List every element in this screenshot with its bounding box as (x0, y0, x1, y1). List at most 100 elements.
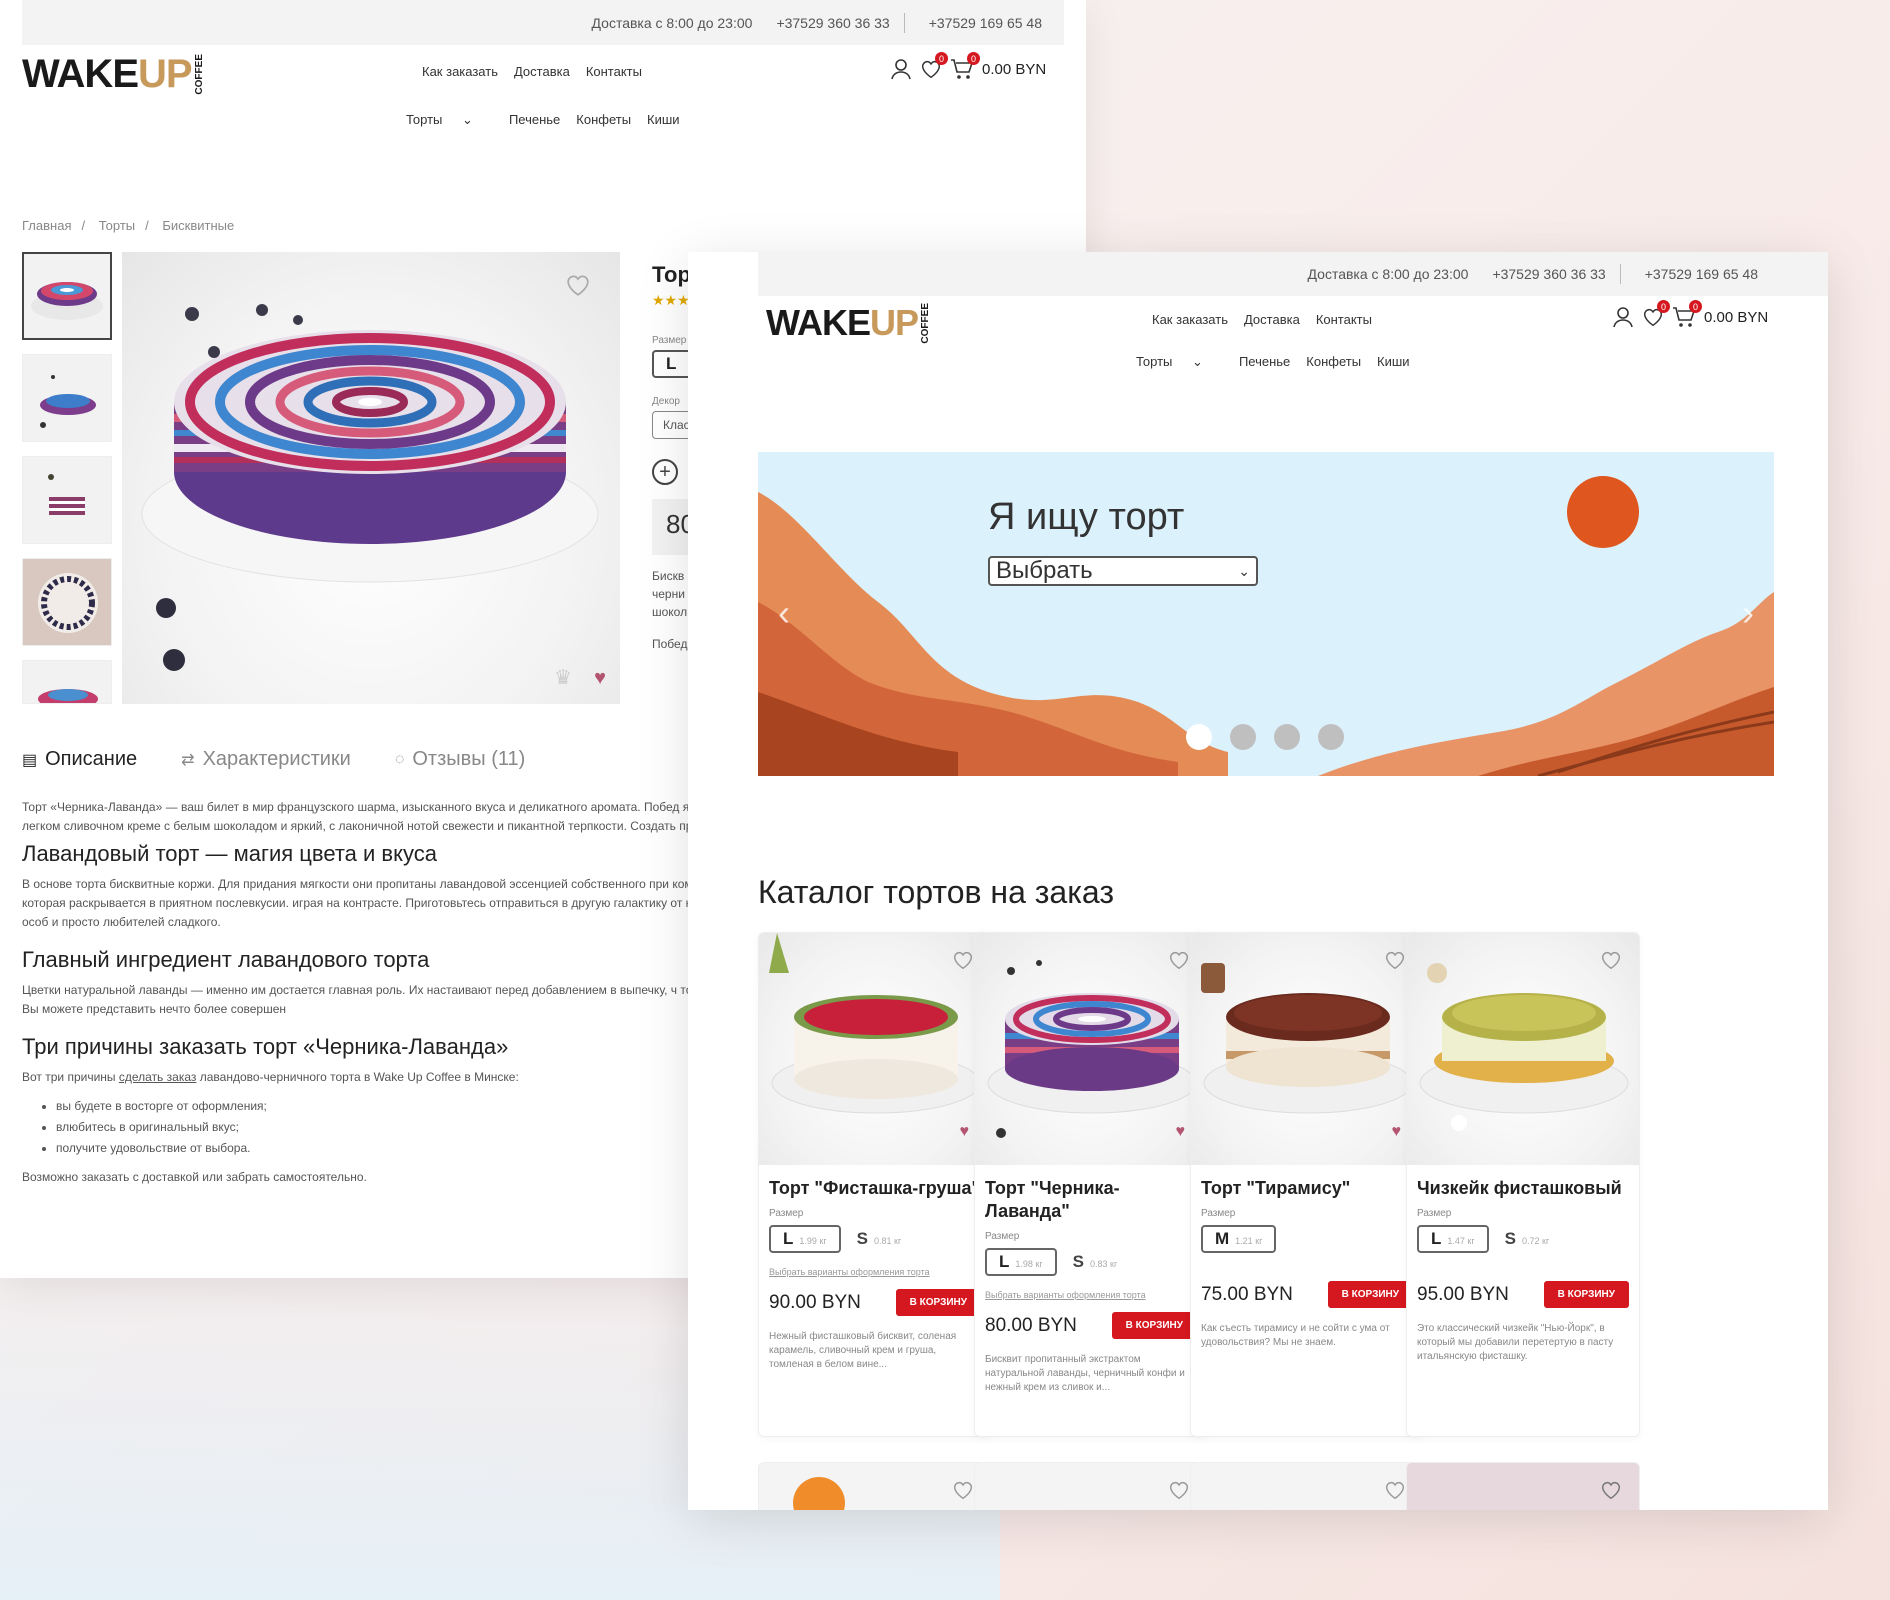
cart-total[interactable]: 0.00 BYN (1704, 309, 1768, 326)
nav-how-to-order[interactable]: Как заказать (1152, 312, 1228, 327)
breadcrumb: Главная / Торты / Бисквитные (22, 218, 244, 233)
nav-how-to-order[interactable]: Как заказать (422, 64, 498, 79)
nav-contacts[interactable]: Контакты (586, 64, 642, 79)
nav-candies[interactable]: Конфеты (1306, 354, 1361, 370)
nav-cookies[interactable]: Печенье (1239, 354, 1290, 370)
product-description: Бисквит пропитанный экстрактом натуральн… (985, 1354, 1185, 1393)
tab-reviews[interactable]: ◌ Отзывы (11) (395, 748, 525, 771)
slider-dot-1[interactable] (1186, 724, 1212, 750)
variants-link[interactable]: Выбрать варианты оформления торта (769, 1267, 981, 1277)
cart-icon[interactable]: 0 (950, 52, 980, 80)
nav-delivery[interactable]: Доставка (514, 64, 570, 79)
size-option[interactable]: S 0.81 кг (857, 1229, 902, 1249)
size-option-selected[interactable]: L 1.98 кг (985, 1248, 1057, 1276)
product-card-partial[interactable] (758, 1462, 992, 1510)
logo-coffee: COFFEE (193, 54, 205, 95)
slider-dot-4[interactable] (1318, 724, 1344, 750)
favorite-badge-icon: ♥ (959, 1123, 970, 1140)
slider-dot-2[interactable] (1230, 724, 1256, 750)
thumbnail-2[interactable] (22, 354, 112, 442)
nav-delivery[interactable]: Доставка (1244, 312, 1300, 327)
size-option[interactable]: S 0.72 кг (1505, 1229, 1550, 1249)
size-option[interactable]: S 0.83 кг (1073, 1252, 1118, 1272)
slider-dot-3[interactable] (1274, 724, 1300, 750)
user-icon[interactable] (890, 58, 912, 80)
product-image[interactable]: ♥ (975, 933, 1207, 1165)
wishlist-icon[interactable]: 0 (920, 52, 948, 80)
size-options: L 1.47 кг S 0.72 кг (1417, 1225, 1629, 1253)
breadcrumb-cakes[interactable]: Торты (99, 218, 135, 233)
prev-slide-arrow[interactable]: ‹ (778, 592, 790, 634)
product-card-partial[interactable] (974, 1462, 1208, 1510)
product-card-blueberry-lavender[interactable]: ♥ Торт "Черника-Лаванда" Размер L 1.98 кг… (974, 932, 1208, 1437)
nav-cakes[interactable]: Торты ⌄ (1136, 354, 1219, 370)
phone-2[interactable]: +37529 169 65 48 (929, 15, 1042, 31)
logo[interactable]: WAKE UP COFFEE (22, 52, 205, 97)
product-name[interactable]: Чизкейк фисташковый (1417, 1177, 1629, 1200)
size-option-selected[interactable]: L 1.47 кг (1417, 1225, 1489, 1253)
product-main-image[interactable]: ♛ ♥ (122, 252, 620, 704)
logo-wake: WAKE (766, 302, 871, 343)
add-option-icon[interactable]: + (652, 459, 678, 485)
heart-icon[interactable] (1167, 949, 1191, 976)
thumbnail-5[interactable] (22, 660, 112, 704)
heart-icon[interactable] (951, 1479, 975, 1506)
product-card-partial[interactable] (1406, 1462, 1640, 1510)
order-link[interactable]: сделать заказ (119, 1070, 197, 1084)
heart-icon[interactable] (951, 949, 975, 976)
variants-link[interactable]: Выбрать варианты оформления торта (985, 1290, 1197, 1300)
nav-cookies[interactable]: Печенье (509, 112, 560, 128)
heart-icon[interactable] (1167, 1479, 1191, 1506)
heart-icon[interactable] (1383, 949, 1407, 976)
product-image[interactable] (1407, 933, 1639, 1165)
product-image[interactable]: ♥ (1191, 933, 1423, 1165)
cart-total[interactable]: 0.00 BYN (982, 61, 1046, 78)
add-to-cart-button[interactable]: В КОРЗИНУ (1111, 1312, 1197, 1339)
nav-cakes[interactable]: Торты ⌄ (406, 112, 489, 128)
heart-icon[interactable] (1599, 949, 1623, 976)
phone-2[interactable]: +37529 169 65 48 (1645, 266, 1758, 282)
heart-icon[interactable] (1383, 1479, 1407, 1506)
user-icon[interactable] (1612, 306, 1634, 328)
chevron-down-icon: ⌄ (1192, 354, 1203, 369)
product-description: Как съесть тирамису и не сойти с ума от … (1201, 1323, 1390, 1348)
logo-coffee: COFFEE (920, 302, 932, 344)
nav-quiche[interactable]: Киши (647, 112, 680, 128)
product-card-pistachio-cheesecake[interactable]: Чизкейк фисташковый Размер L 1.47 кг S 0.7… (1406, 932, 1640, 1437)
thumbnail-4[interactable] (22, 558, 112, 646)
nav-cakes-label: Торты (406, 112, 443, 127)
add-to-cart-button[interactable]: В КОРЗИНУ (1543, 1281, 1629, 1308)
breadcrumb-home[interactable]: Главная (22, 218, 71, 233)
thumbnail-1[interactable] (22, 252, 112, 340)
product-name[interactable]: Торт "Черника-Лаванда" (985, 1177, 1197, 1223)
product-name[interactable]: Торт "Фисташка-груша" (769, 1177, 981, 1200)
thumbnail-3[interactable] (22, 456, 112, 544)
product-tabs: ▤ Описание ⇄ Характеристики ◌ Отзывы (11) (22, 748, 569, 771)
tab-characteristics[interactable]: ⇄ Характеристики (181, 748, 351, 771)
cart-icon[interactable]: 0 (1672, 300, 1702, 328)
next-slide-arrow[interactable]: › (1742, 592, 1754, 634)
cart-badge: 0 (1689, 300, 1702, 313)
wishlist-icon[interactable]: 0 (1642, 300, 1670, 328)
heart-icon[interactable] (1599, 1479, 1623, 1506)
size-option-selected[interactable]: L 1.99 кг (769, 1225, 841, 1253)
product-name[interactable]: Торт "Тирамису" (1201, 1177, 1413, 1200)
phone-1[interactable]: +37529 360 36 33 (1492, 266, 1605, 282)
nav-contacts[interactable]: Контакты (1316, 312, 1372, 327)
cake-select[interactable]: Выбрать ⌄ (988, 556, 1258, 586)
nav-quiche[interactable]: Киши (1377, 354, 1410, 370)
add-to-cart-button[interactable]: В КОРЗИНУ (895, 1289, 981, 1316)
phone-1[interactable]: +37529 360 36 33 (776, 15, 889, 31)
heart-icon[interactable] (564, 272, 592, 303)
divider (903, 12, 905, 33)
product-card-pistachio-pear[interactable]: ♥ Торт "Фисташка-груша" Размер L 1.99 кг … (758, 932, 992, 1437)
product-image[interactable]: ♥ (759, 933, 991, 1165)
product-card-partial[interactable] (1190, 1462, 1424, 1510)
tab-description[interactable]: ▤ Описание (22, 748, 137, 771)
size-option-selected[interactable]: M 1.21 кг (1201, 1225, 1277, 1253)
nav-candies[interactable]: Конфеты (576, 112, 631, 128)
logo[interactable]: WAKE UP COFFEE (766, 302, 931, 344)
product-card-tiramisu[interactable]: ♥ Торт "Тирамису" Размер M 1.21 кг 75.00 … (1190, 932, 1424, 1437)
add-to-cart-button[interactable]: В КОРЗИНУ (1327, 1281, 1413, 1308)
price-box: 80 (652, 499, 695, 555)
